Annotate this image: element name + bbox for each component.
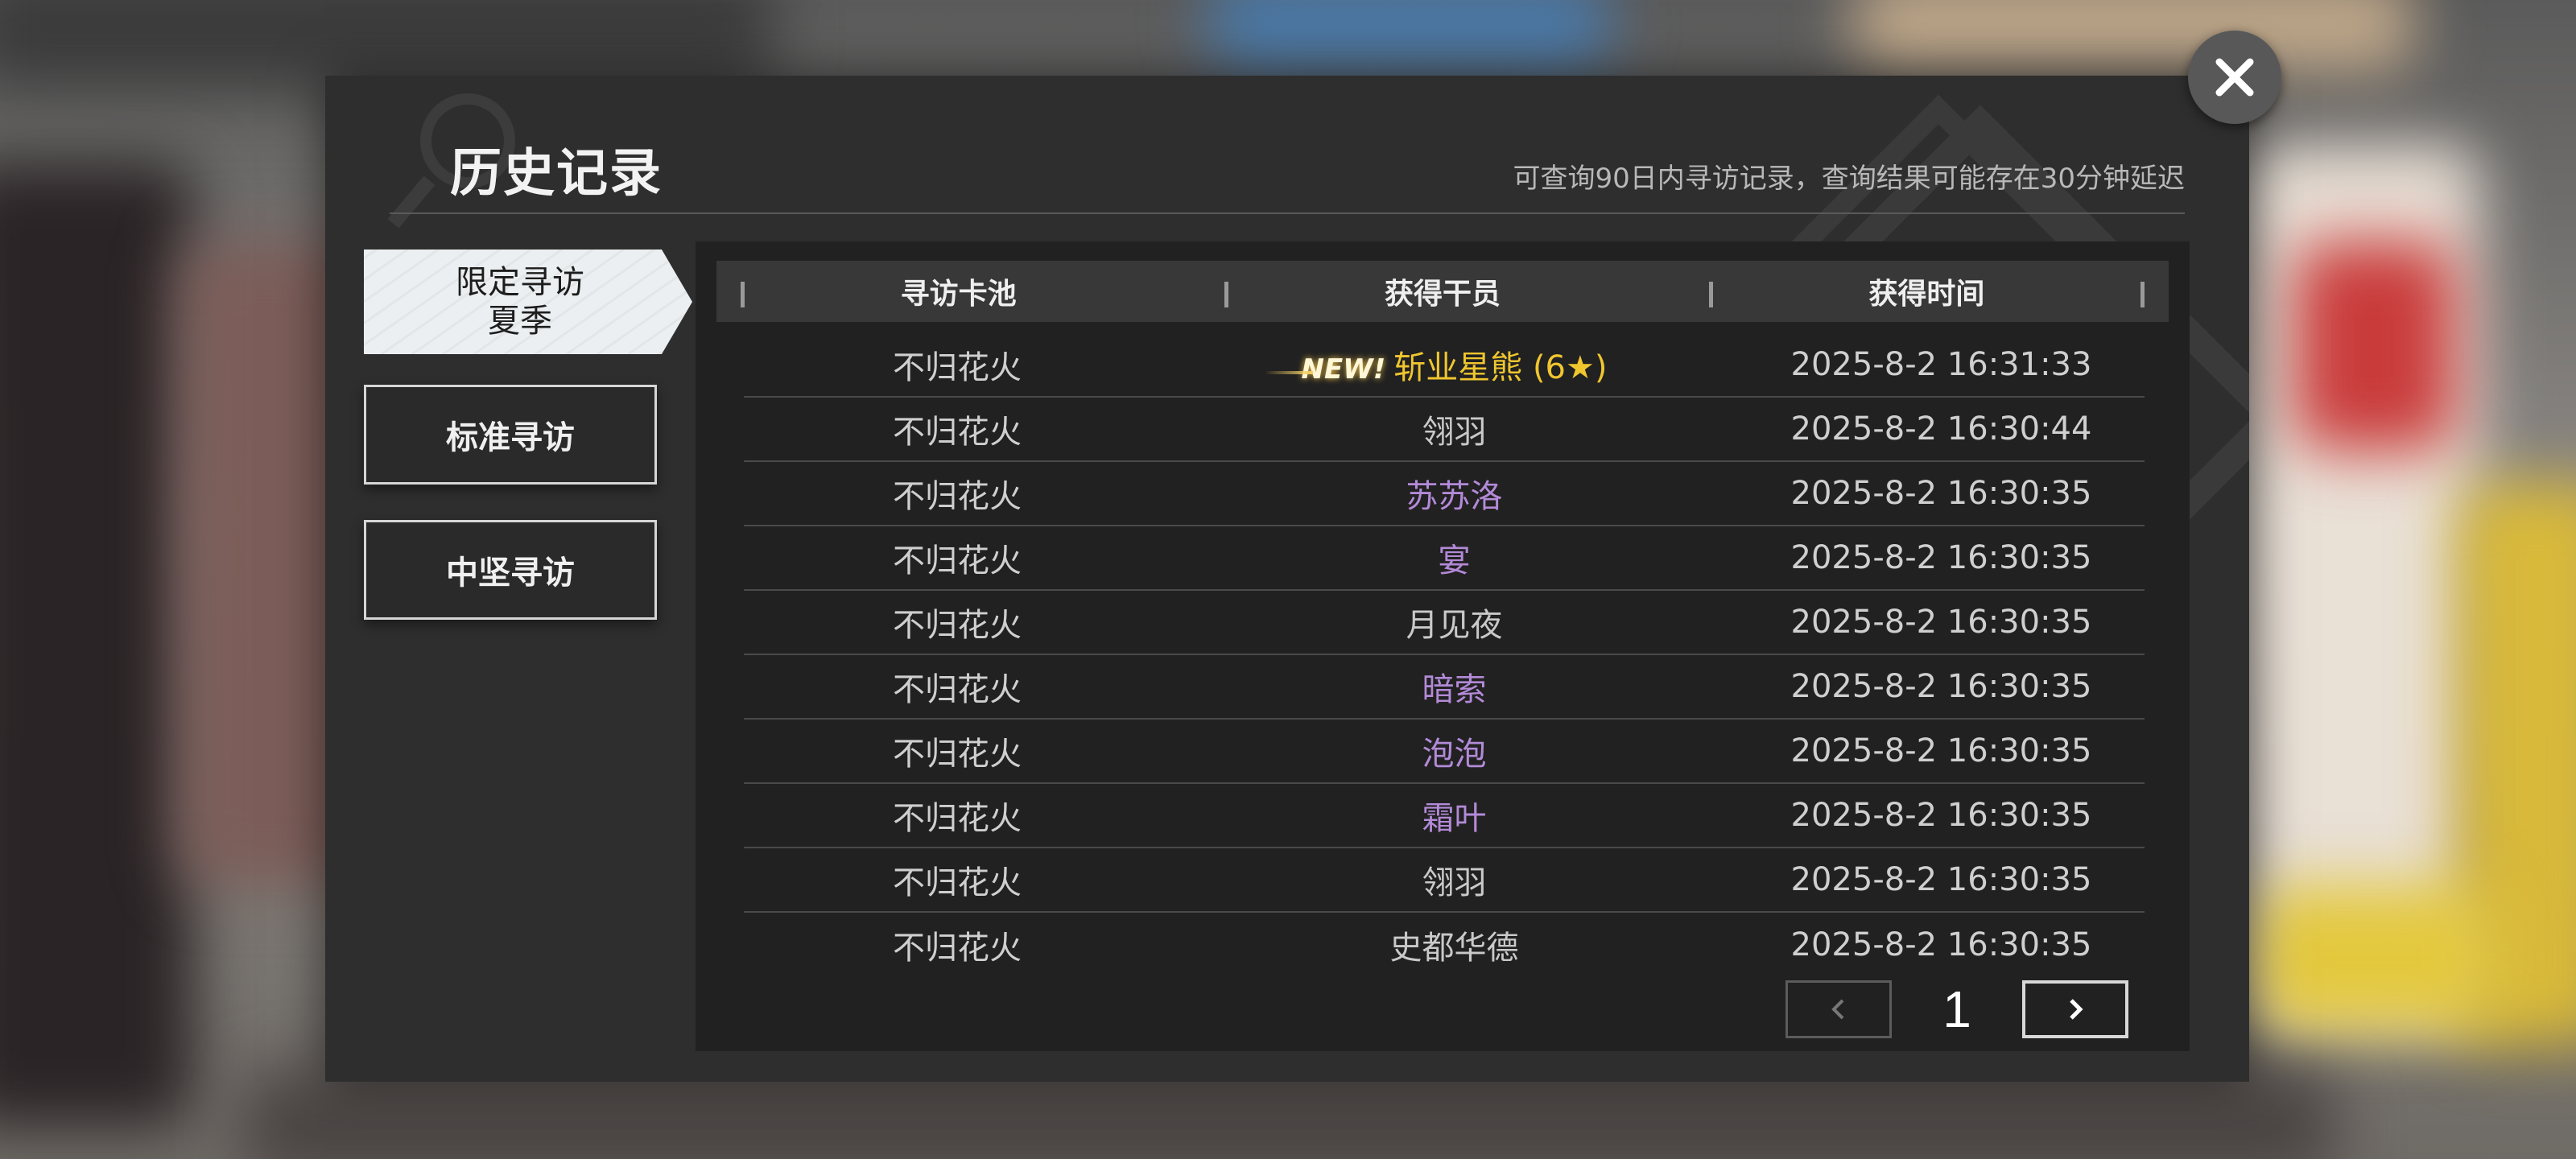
header-divider xyxy=(390,212,2185,214)
column-header-operator: 获得干员 xyxy=(1200,261,1684,322)
time-cell: 2025-8-2 16:30:35 xyxy=(1790,604,2092,641)
table-row: 不归花火 翎羽 2025-8-2 16:30:44 xyxy=(744,398,2145,462)
close-button[interactable] xyxy=(2188,31,2281,124)
column-header-time: 获得时间 xyxy=(1685,261,2169,322)
column-header-pool: 寻访卡池 xyxy=(716,261,1200,322)
table-row: 不归花火 宴 2025-8-2 16:30:35 xyxy=(744,526,2145,591)
tab-label: 中坚寻访 xyxy=(446,555,575,592)
table-row: 不归花火 霜叶 2025-8-2 16:30:35 xyxy=(744,784,2145,848)
operator-cell: 翎羽 xyxy=(1422,414,1487,451)
time-cell: 2025-8-2 16:30:35 xyxy=(1790,539,2092,576)
time-cell: 2025-8-2 16:30:35 xyxy=(1790,668,2092,705)
pool-cell: 不归花火 xyxy=(893,542,1022,580)
operator-cell: 霜叶 xyxy=(1422,800,1487,837)
tab-mid-tier[interactable]: 中坚寻访 xyxy=(364,520,657,620)
tab-label-line2: 夏季 xyxy=(488,303,552,340)
tab-label-line1: 限定寻访 xyxy=(456,264,584,301)
current-page-number: 1 xyxy=(1942,980,1971,1038)
table-row: 不归花火 史都华德 2025-8-2 16:30:35 xyxy=(744,913,2145,977)
operator-cell: NEW! 斩业星熊 (6★) xyxy=(1170,341,1738,388)
pool-cell: 不归花火 xyxy=(893,671,1022,708)
query-notice: 可查询90日内寻访记录，查询结果可能存在30分钟延迟 xyxy=(1513,163,2185,195)
records-table-body: 不归花火 NEW! 斩业星熊 (6★) 2025-8-2 16:31:33 不归花… xyxy=(744,333,2145,977)
pool-cell: 不归花火 xyxy=(893,800,1022,837)
dialog-title: 历史记录 xyxy=(450,144,663,204)
time-cell: 2025-8-2 16:31:33 xyxy=(1790,346,2092,383)
table-row: 不归花火 泡泡 2025-8-2 16:30:35 xyxy=(744,720,2145,784)
time-cell: 2025-8-2 16:30:44 xyxy=(1790,410,2092,448)
table-row: 不归花火 NEW! 斩业星熊 (6★) 2025-8-2 16:31:33 xyxy=(744,333,2145,398)
time-cell: 2025-8-2 16:30:35 xyxy=(1790,732,2092,769)
time-cell: 2025-8-2 16:30:35 xyxy=(1790,861,2092,898)
tab-label: 标准寻访 xyxy=(446,419,575,456)
history-dialog: 历史记录 可查询90日内寻访记录，查询结果可能存在30分钟延迟 限定寻访 夏季 … xyxy=(325,76,2249,1082)
records-panel: 寻访卡池 获得干员 获得时间 不归花火 NEW! 斩业星熊 (6★) 2025-8… xyxy=(696,241,2190,1051)
operator-cell: 泡泡 xyxy=(1422,736,1487,773)
close-icon xyxy=(2215,58,2254,97)
chevron-left-icon xyxy=(1831,999,1844,1020)
pool-cell: 不归花火 xyxy=(893,864,1022,901)
operator-cell: 宴 xyxy=(1438,542,1471,580)
operator-cell: 翎羽 xyxy=(1422,864,1487,901)
table-header: 寻访卡池 获得干员 获得时间 xyxy=(716,261,2169,322)
time-cell: 2025-8-2 16:30:35 xyxy=(1790,926,2092,963)
pool-cell: 不归花火 xyxy=(893,736,1022,773)
prev-page-button[interactable] xyxy=(1785,980,1892,1038)
time-cell: 2025-8-2 16:30:35 xyxy=(1790,475,2092,512)
time-cell: 2025-8-2 16:30:35 xyxy=(1790,797,2092,834)
tab-limited-summer[interactable]: 限定寻访 夏季 xyxy=(364,250,692,354)
chevron-right-icon xyxy=(2070,999,2083,1020)
table-row: 不归花火 苏苏洛 2025-8-2 16:30:35 xyxy=(744,462,2145,526)
pagination: 1 xyxy=(1785,980,2128,1038)
pool-cell: 不归花火 xyxy=(893,930,1022,967)
tab-standard[interactable]: 标准寻访 xyxy=(364,385,657,485)
new-badge: NEW! xyxy=(1264,353,1386,386)
operator-cell: 史都华德 xyxy=(1389,930,1519,967)
pool-cell: 不归花火 xyxy=(893,414,1022,451)
operator-cell: 苏苏洛 xyxy=(1406,478,1503,515)
table-row: 不归花火 月见夜 2025-8-2 16:30:35 xyxy=(744,591,2145,655)
next-page-button[interactable] xyxy=(2022,980,2128,1038)
operator-name: 斩业星熊 (6★) xyxy=(1393,349,1608,386)
pool-cell: 不归花火 xyxy=(893,478,1022,515)
pool-cell: 不归花火 xyxy=(893,349,1022,386)
operator-cell: 暗索 xyxy=(1422,671,1487,708)
pool-cell: 不归花火 xyxy=(893,607,1022,644)
table-row: 不归花火 暗索 2025-8-2 16:30:35 xyxy=(744,655,2145,720)
table-row: 不归花火 翎羽 2025-8-2 16:30:35 xyxy=(744,848,2145,913)
operator-cell: 月见夜 xyxy=(1406,607,1503,644)
